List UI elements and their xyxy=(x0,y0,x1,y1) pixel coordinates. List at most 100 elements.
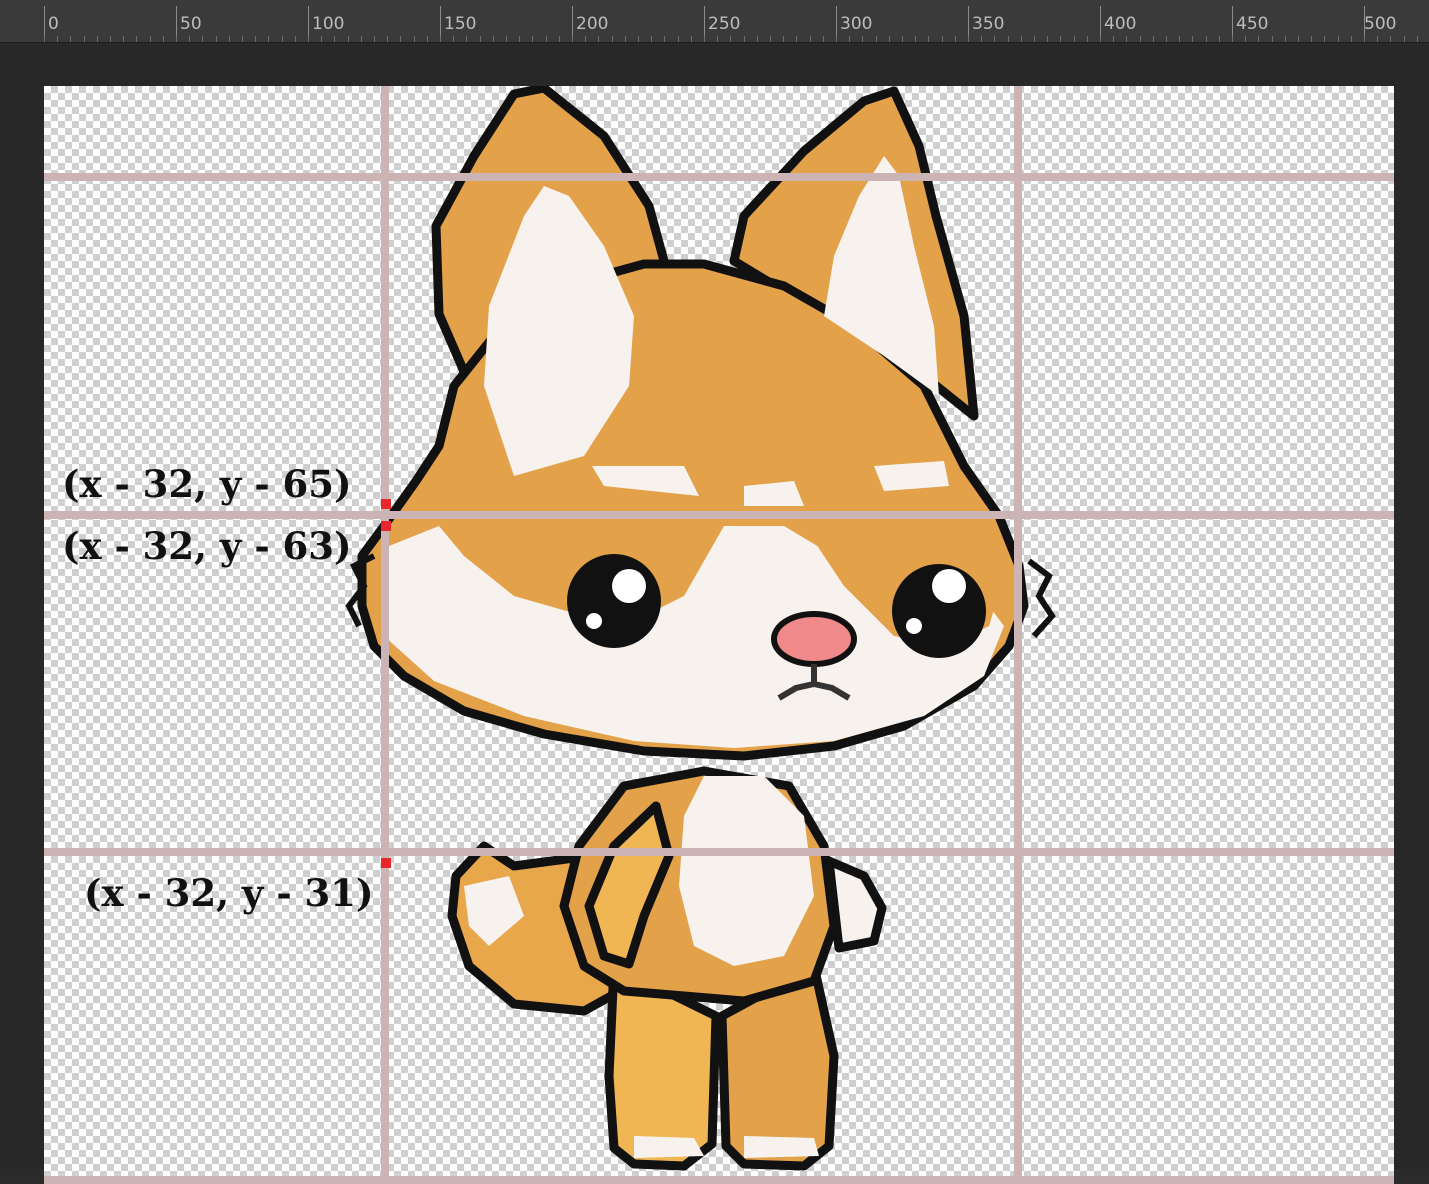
ruler-minor-tick xyxy=(1060,36,1061,42)
ruler-minor-tick xyxy=(981,36,982,42)
ruler-minor-tick xyxy=(1008,36,1009,42)
ruler-minor-tick xyxy=(1377,36,1378,42)
anchor-marker xyxy=(381,499,391,509)
ruler-minor-tick xyxy=(44,36,45,42)
vertical-guide[interactable] xyxy=(381,86,389,1184)
ruler-minor-tick xyxy=(374,36,375,42)
anchor-marker xyxy=(381,858,391,868)
transparent-canvas[interactable]: (x - 32, y - 65) (x - 32, y - 63) (x - 3… xyxy=(44,86,1394,1184)
ruler-minor-tick xyxy=(585,36,586,42)
horizontal-guide[interactable] xyxy=(44,173,1394,181)
ruler-minor-tick xyxy=(440,36,441,42)
ruler-minor-tick xyxy=(136,36,137,42)
horizontal-guide[interactable] xyxy=(44,848,1394,856)
ruler-minor-tick xyxy=(678,36,679,42)
ruler-label: 50 xyxy=(180,14,202,34)
ruler-minor-tick xyxy=(942,36,943,42)
ruler-label: 500 xyxy=(1364,14,1397,34)
ruler-minor-tick xyxy=(480,36,481,42)
canvas-workspace[interactable]: (x - 32, y - 65) (x - 32, y - 63) (x - 3… xyxy=(0,43,1429,1184)
ruler-minor-tick xyxy=(757,36,758,42)
ruler-minor-tick xyxy=(1245,36,1246,42)
coordinate-label: (x - 32, y - 65) xyxy=(62,462,352,506)
ruler-minor-tick xyxy=(70,36,71,42)
ruler-minor-tick xyxy=(123,36,124,42)
ruler-minor-tick xyxy=(889,36,890,42)
ruler-minor-tick xyxy=(1206,36,1207,42)
ruler-minor-tick xyxy=(1192,36,1193,42)
ruler-minor-tick xyxy=(1087,36,1088,42)
ruler-minor-tick xyxy=(493,36,494,42)
ruler-minor-tick xyxy=(625,36,626,42)
ruler-minor-tick xyxy=(110,36,111,42)
ruler-minor-tick xyxy=(1311,36,1312,42)
ruler-minor-tick xyxy=(348,36,349,42)
ruler-minor-tick xyxy=(1364,36,1365,42)
horizontal-guide[interactable] xyxy=(44,1176,1394,1184)
ruler-minor-tick xyxy=(1034,36,1035,42)
ruler-minor-tick xyxy=(1417,36,1418,42)
ruler-minor-tick xyxy=(1285,36,1286,42)
ruler-minor-tick xyxy=(84,36,85,42)
ruler-minor-tick xyxy=(1113,36,1114,42)
ruler-minor-tick xyxy=(796,36,797,42)
ruler-minor-tick xyxy=(242,36,243,42)
ruler-minor-tick xyxy=(1140,36,1141,42)
vertical-guide[interactable] xyxy=(1014,86,1022,1184)
ruler-minor-tick xyxy=(506,36,507,42)
ruler-minor-tick xyxy=(453,36,454,42)
ruler-minor-tick xyxy=(876,36,877,42)
fox-sprite[interactable] xyxy=(44,86,1394,1184)
ruler-minor-tick xyxy=(255,36,256,42)
ruler-minor-tick xyxy=(836,36,837,42)
ruler-minor-tick xyxy=(361,36,362,42)
ruler-minor-tick xyxy=(321,36,322,42)
ruler-minor-tick xyxy=(150,36,151,42)
ruler-minor-tick xyxy=(334,36,335,42)
ruler-minor-tick xyxy=(1258,36,1259,42)
ruler-minor-tick xyxy=(651,36,652,42)
ruler-minor-tick xyxy=(744,36,745,42)
ruler-minor-tick xyxy=(1047,36,1048,42)
ruler-minor-tick xyxy=(400,36,401,42)
ruler-minor-tick xyxy=(1324,36,1325,42)
ruler-minor-tick xyxy=(1166,36,1167,42)
ruler-minor-tick xyxy=(1100,36,1101,42)
ruler-label: 400 xyxy=(1104,14,1137,34)
ruler-minor-tick xyxy=(612,36,613,42)
ruler-minor-tick xyxy=(295,36,296,42)
ruler-label: 150 xyxy=(444,14,477,34)
ruler-label: 350 xyxy=(972,14,1005,34)
ruler-minor-tick xyxy=(1126,36,1127,42)
ruler-minor-tick xyxy=(704,36,705,42)
ruler-minor-tick xyxy=(282,36,283,42)
horizontal-guide[interactable] xyxy=(44,511,1394,519)
top-ruler[interactable]: 0 50 100 150 200 250 300 350 400 450 500 xyxy=(0,0,1429,43)
ruler-minor-tick xyxy=(783,36,784,42)
ruler-minor-tick xyxy=(216,36,217,42)
ruler-minor-tick xyxy=(189,36,190,42)
ruler-minor-tick xyxy=(770,36,771,42)
ruler-minor-tick xyxy=(559,36,560,42)
ruler-minor-tick xyxy=(1351,36,1352,42)
ruler-minor-tick xyxy=(1179,36,1180,42)
ruler-minor-tick xyxy=(268,36,269,42)
ruler-minor-tick xyxy=(955,36,956,42)
ruler-minor-tick xyxy=(387,36,388,42)
ruler-minor-tick xyxy=(57,36,58,42)
ruler-minor-tick xyxy=(915,36,916,42)
ruler-label: 200 xyxy=(576,14,609,34)
ruler-minor-tick xyxy=(1153,36,1154,42)
ruler-minor-tick xyxy=(572,36,573,42)
ruler-minor-tick xyxy=(1298,36,1299,42)
coordinate-label: (x - 32, y - 63) xyxy=(62,524,352,568)
ruler-minor-tick xyxy=(862,36,863,42)
ruler-minor-tick xyxy=(229,36,230,42)
ruler-minor-tick xyxy=(664,36,665,42)
ruler-minor-tick xyxy=(1074,36,1075,42)
ruler-minor-tick xyxy=(97,36,98,42)
ruler-minor-tick xyxy=(902,36,903,42)
ruler-minor-tick xyxy=(968,36,969,42)
ruler-minor-tick xyxy=(427,36,428,42)
ruler-minor-tick xyxy=(1338,36,1339,42)
